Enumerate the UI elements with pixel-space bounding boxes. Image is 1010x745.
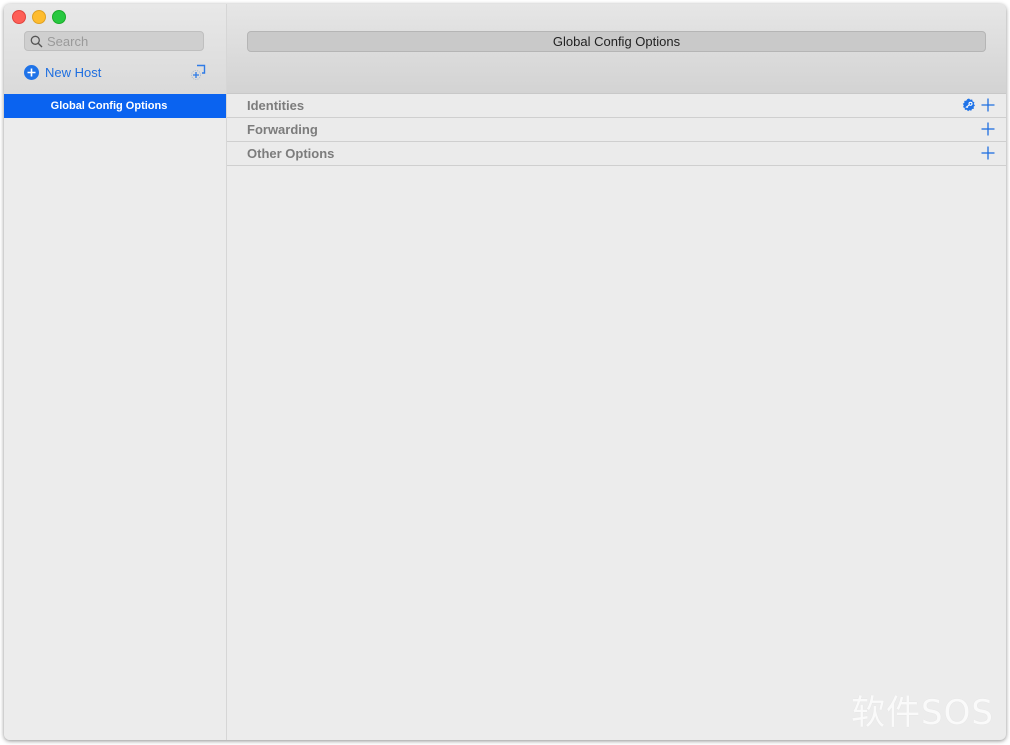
add-option-icon[interactable] <box>980 145 996 161</box>
sidebar-toolbar: New Host <box>4 4 226 94</box>
section-actions <box>980 145 996 161</box>
main-panel: Global Config Options Identities Forward… <box>227 4 1006 740</box>
plus-circle-icon <box>24 65 39 80</box>
main-header: Global Config Options <box>227 4 1006 94</box>
section-other-options[interactable]: Other Options <box>227 142 1006 166</box>
import-host-icon[interactable] <box>190 63 208 81</box>
config-title-button[interactable]: Global Config Options <box>247 31 986 52</box>
section-actions <box>962 97 996 113</box>
add-forwarding-icon[interactable] <box>980 121 996 137</box>
close-window-button[interactable] <box>12 10 26 24</box>
section-identities[interactable]: Identities <box>227 94 1006 118</box>
watermark: 软件SOS <box>851 693 994 733</box>
new-host-label: New Host <box>45 65 102 80</box>
section-label: Other Options <box>247 146 335 161</box>
section-label: Identities <box>247 98 305 113</box>
search-icon <box>30 35 43 47</box>
section-label: Forwarding <box>247 122 318 137</box>
key-badge-icon[interactable] <box>962 98 976 112</box>
new-host-button[interactable]: New Host <box>24 65 101 80</box>
section-actions <box>980 121 996 137</box>
add-identity-icon[interactable] <box>980 97 996 113</box>
sidebar: New Host Global Config Options <box>4 4 227 740</box>
minimize-window-button[interactable] <box>32 10 46 24</box>
search-field[interactable] <box>24 31 204 51</box>
maximize-window-button[interactable] <box>52 10 66 24</box>
app-window: New Host Global Config Options Global Co… <box>4 4 1006 740</box>
sidebar-item-global-config[interactable]: Global Config Options <box>4 94 226 118</box>
section-forwarding[interactable]: Forwarding <box>227 118 1006 142</box>
search-input[interactable] <box>47 33 197 49</box>
